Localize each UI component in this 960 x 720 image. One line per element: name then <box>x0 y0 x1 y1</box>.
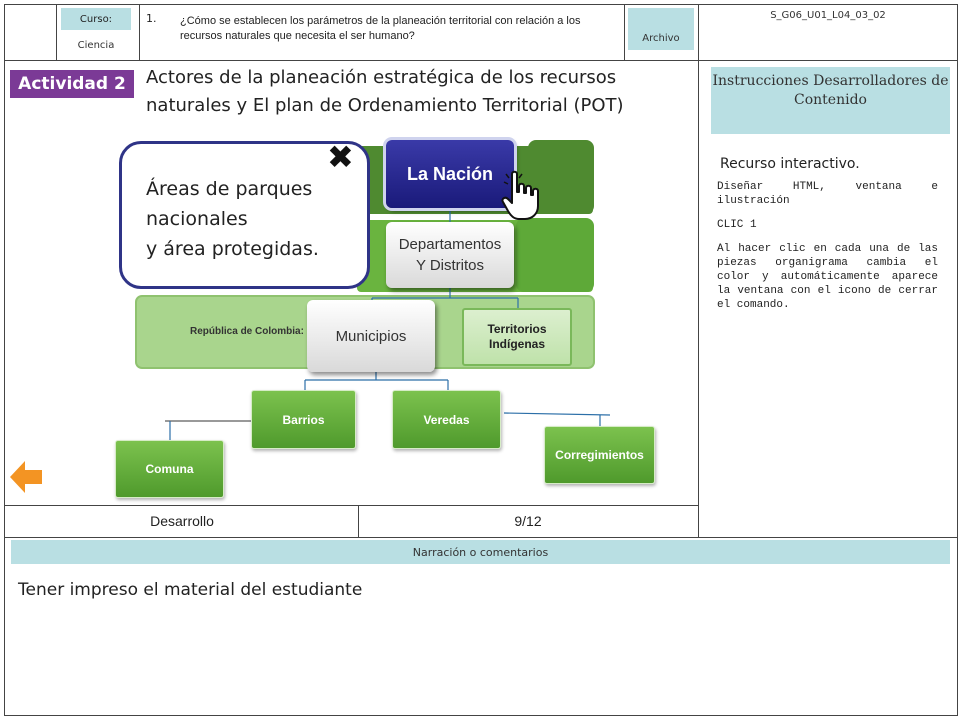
republica-label: República de Colombia: <box>190 326 304 337</box>
instructions-p1: Diseñar HTML, ventana e ilustración <box>717 181 938 207</box>
narration-label: Narración o comentarios <box>11 540 950 564</box>
popup-line-1: Áreas de parques <box>146 178 313 200</box>
footer-page: 9/12 <box>514 513 542 529</box>
connector-veredas-corr <box>503 412 611 416</box>
node-la-nacion[interactable]: La Nación <box>386 140 514 208</box>
node-municipios[interactable]: Municipios <box>307 300 435 372</box>
back-arrow-icon[interactable] <box>8 458 44 496</box>
node-comuna[interactable]: Comuna <box>115 440 224 498</box>
instructions-p2: CLIC 1 <box>717 219 757 231</box>
node-departamentos-line1: Departamentos <box>398 236 502 253</box>
node-territorios-indigenas[interactable]: Territorios Indígenas <box>462 308 572 366</box>
node-barrios[interactable]: Barrios <box>251 390 356 449</box>
node-veredas[interactable]: Veredas <box>392 390 501 449</box>
instructions-heading: Recurso interactivo. <box>720 156 860 172</box>
node-departamentos-line2: Y Distritos <box>415 257 485 274</box>
pointer-hand-icon <box>501 170 539 220</box>
footer-section: Desarrollo <box>150 513 214 529</box>
narration-text: Tener impreso el material del estudiante <box>18 580 363 600</box>
node-territorios-line1: Territorios <box>487 322 547 336</box>
instructions-box-title: Instrucciones Desarrolladores de Conteni… <box>711 67 950 134</box>
node-departamentos[interactable]: Departamentos Y Distritos <box>386 222 514 288</box>
node-corregimientos[interactable]: Corregimientos <box>544 426 655 484</box>
node-territorios-line2: Indígenas <box>488 337 545 351</box>
popup-line-2: nacionales <box>146 208 248 230</box>
instructions-text: Diseñar HTML, ventana e ilustración CLIC… <box>717 180 938 322</box>
popup-line-3: y área protegidas. <box>146 238 319 260</box>
instructions-p3: Al hacer clic en cada una de las piezas … <box>717 243 938 311</box>
band-departamentos-tab <box>516 218 594 292</box>
close-x-icon[interactable]: ✖ <box>327 140 354 174</box>
